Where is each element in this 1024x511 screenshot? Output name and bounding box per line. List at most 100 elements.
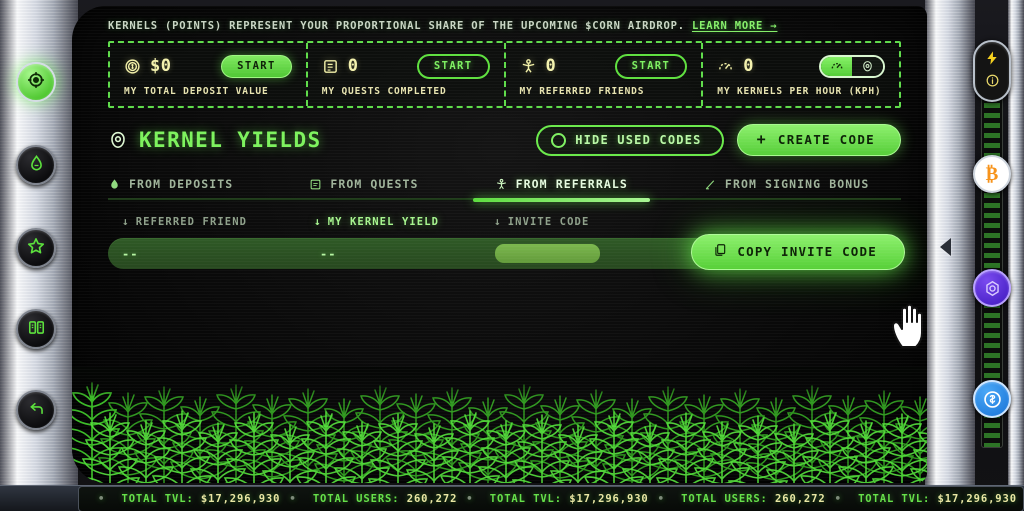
ticker-value: 260,272	[406, 493, 458, 505]
copy-invite-code-button[interactable]: COPY INVITE CODE	[691, 234, 905, 270]
start-referrals-button[interactable]: START	[614, 53, 688, 79]
ticker-label: TOTAL USERS:	[681, 493, 768, 505]
ticker-value: $17,296,930	[569, 493, 649, 505]
back-arrow-icon	[27, 399, 46, 422]
stat-quests-completed: 0 START MY QUESTS COMPLETED	[308, 43, 506, 106]
stat-label: MY TOTAL DEPOSIT VALUE	[124, 86, 269, 97]
tab-from-quests[interactable]: FROM QUESTS	[309, 172, 418, 200]
column-label: REFERRED FRIEND	[135, 215, 248, 228]
machine-shell: KERNELS (POINTS) REPRESENT YOUR PROPORTI…	[0, 0, 1024, 511]
speedometer-icon	[717, 58, 734, 75]
stats-row: $0 START MY TOTAL DEPOSIT VALUE 0 START …	[108, 41, 901, 108]
target-home-icon	[26, 70, 46, 94]
column-label: MY KERNEL YIELD	[327, 215, 440, 228]
tab-from-referrals[interactable]: FROM REFERRALS	[472, 172, 651, 202]
tab-from-signing-bonus[interactable]: FROM SIGNING BONUS	[704, 172, 869, 200]
column-label: INVITE CODE	[507, 215, 590, 228]
sidebar-item-home[interactable]	[16, 62, 56, 102]
corn-field-svg	[72, 382, 927, 483]
ticker-label: TOTAL TVL:	[121, 493, 194, 505]
ticker-item: • TOTAL TVL: $17,296,930	[89, 493, 280, 505]
stat-total-deposit-value: $0 START MY TOTAL DEPOSIT VALUE	[110, 43, 308, 106]
ticker-separator: •	[657, 493, 665, 505]
start-quests-button[interactable]: START	[416, 53, 490, 79]
droplet-deposit-icon	[27, 154, 46, 177]
scroll-quest-icon	[322, 58, 339, 75]
ticker-value: 260,272	[775, 493, 826, 505]
sort-arrow-icon: ↓	[494, 215, 502, 228]
token-rail: ₿	[973, 40, 1011, 460]
copy-icon	[713, 243, 727, 260]
stat-label: MY KERNELS PER HOUR (KPH)	[717, 86, 882, 97]
bitcoin-token-icon[interactable]: ₿	[973, 155, 1011, 193]
sidebar-item-stats[interactable]	[16, 309, 56, 349]
bottom-ticker-bar: • TOTAL TVL: $17,296,930 • TOTAL USERS: …	[0, 485, 1024, 511]
page-title: KERNEL YIELDS	[139, 128, 322, 152]
stat-referred-friends: 0 START MY REFERRED FRIENDS	[506, 43, 704, 106]
collapse-arrow-icon[interactable]	[940, 238, 951, 256]
star-quests-icon	[26, 236, 46, 260]
kph-kernel-mode-option[interactable]	[852, 56, 883, 76]
person-icon	[495, 178, 508, 191]
column-header-referred-friend[interactable]: ↓ REFERRED FRIEND	[122, 215, 314, 228]
pen-icon	[704, 178, 717, 191]
hide-used-codes-toggle[interactable]: HIDE USED CODES	[536, 124, 724, 156]
sidebar-item-back[interactable]	[16, 390, 56, 430]
ticker-label: TOTAL USERS:	[312, 493, 400, 505]
column-header-invite-code[interactable]: ↓ INVITE CODE	[494, 215, 901, 228]
ticker-item: • TOTAL USERS: 260,272	[280, 493, 457, 505]
droplet-icon	[108, 178, 121, 191]
column-header-my-kernel-yield[interactable]: ↓ MY KERNEL YIELD	[314, 215, 494, 228]
copy-invite-code-label: COPY INVITE CODE	[737, 244, 877, 259]
corn-field-decoration	[72, 367, 927, 483]
ticker-separator: •	[98, 493, 106, 505]
rail-action-pill[interactable]	[973, 40, 1011, 102]
bitcoin-symbol: ₿	[985, 162, 999, 185]
ticker-item: • TOTAL USERS: 260,272	[649, 493, 826, 505]
kernel-icon	[108, 130, 128, 150]
sidebar-item-deposits[interactable]	[16, 145, 56, 185]
ticker-separator: •	[289, 493, 297, 505]
airdrop-banner: KERNELS (POINTS) REPRESENT YOUR PROPORTI…	[100, 20, 909, 32]
create-code-button[interactable]: + CREATE CODE	[736, 124, 901, 156]
app-screen: KERNELS (POINTS) REPRESENT YOUR PROPORTI…	[72, 6, 927, 483]
tab-label: FROM DEPOSITS	[129, 177, 234, 191]
stat-label: MY QUESTS COMPLETED	[321, 86, 447, 97]
tab-label: FROM REFERRALS	[515, 177, 628, 191]
kernel-yields-header: KERNEL YIELDS HIDE USED CODES + CREATE C…	[100, 124, 909, 156]
kph-mode-toggle[interactable]	[819, 54, 885, 78]
stat-kernels-per-hour: 0 MY KERNELS PER HOUR (KPH)	[703, 43, 899, 106]
banner-text: KERNELS (POINTS) REPRESENT YOUR PROPORTI…	[108, 20, 685, 32]
create-code-label: CREATE CODE	[777, 132, 875, 147]
cell-kernel-yield: --	[320, 246, 337, 261]
kernels-stats-icon	[27, 318, 46, 341]
stat-value: 0	[545, 56, 557, 76]
kph-rate-mode-option[interactable]	[821, 56, 852, 76]
start-deposit-button[interactable]: START	[221, 54, 292, 78]
ticker-item: • TOTAL TVL: $17,296,930	[826, 493, 1017, 505]
mouse-cursor-hand	[888, 301, 927, 353]
ticker-strip: • TOTAL TVL: $17,296,930 • TOTAL USERS: …	[78, 486, 1024, 511]
plus-icon: +	[756, 130, 767, 148]
learn-more-link[interactable]: LEARN MORE →	[692, 20, 777, 32]
purple-token-icon[interactable]	[973, 269, 1011, 307]
hide-used-codes-label: HIDE USED CODES	[575, 133, 702, 147]
stat-label: MY REFERRED FRIENDS	[519, 86, 645, 97]
sort-arrow-icon: ↓	[314, 215, 322, 228]
cell-referred-friend: --	[122, 246, 139, 261]
usdc-token-icon[interactable]	[973, 380, 1011, 418]
purple-token-glyph	[985, 280, 999, 296]
ticker-label: TOTAL TVL:	[858, 493, 931, 505]
ticker-item: • TOTAL TVL: $17,296,930	[457, 493, 648, 505]
person-referral-icon	[520, 58, 537, 75]
ticker-label: TOTAL TVL:	[489, 493, 562, 505]
table-row[interactable]: -- -- COPY INVITE CODE	[108, 234, 905, 270]
lightning-icon[interactable]	[984, 50, 1000, 70]
scroll-icon	[309, 178, 322, 191]
ticker-item: • TOTAL USER	[1017, 493, 1023, 505]
tab-label: FROM SIGNING BONUS	[724, 177, 870, 191]
sidebar-item-quests[interactable]	[16, 228, 56, 268]
info-icon[interactable]	[985, 73, 1000, 92]
tab-from-deposits[interactable]: FROM DEPOSITS	[108, 172, 233, 200]
usdc-glyph	[983, 390, 1001, 408]
